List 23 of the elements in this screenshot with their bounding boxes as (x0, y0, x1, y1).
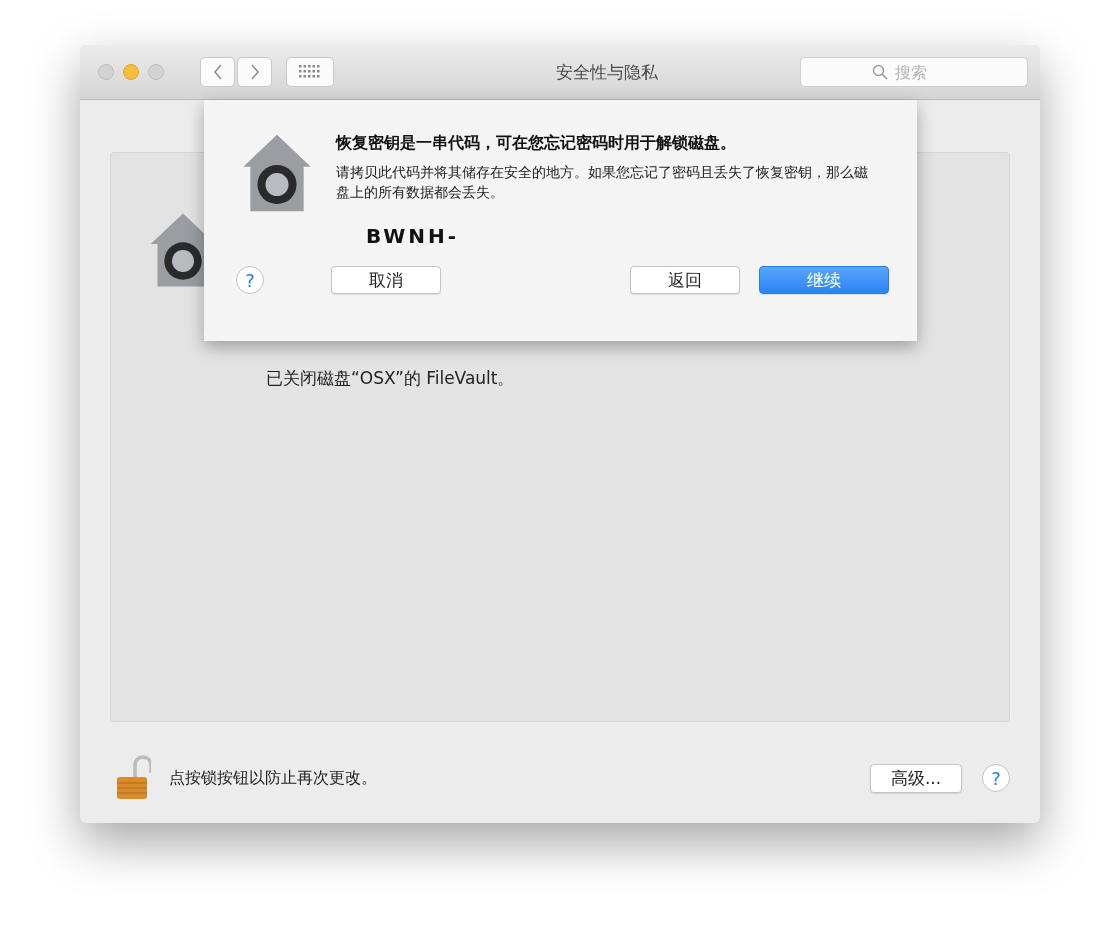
dialog-button[interactable]: 返回 (630, 266, 740, 294)
zoom-button[interactable] (148, 64, 164, 80)
minimize-button[interactable] (123, 64, 139, 80)
help-button[interactable]: ? (982, 764, 1010, 792)
chevron-right-icon (249, 64, 260, 80)
padlock-icon[interactable] (115, 755, 151, 801)
advanced-button[interactable]: 高级... (870, 763, 962, 793)
dialog-button[interactable]: 取消 (331, 266, 441, 294)
sheet-message: 请拷贝此代码并将其储存在安全的地方。如果您忘记了密码且丢失了恢复密钥，那么磁盘上的所有数据都会丢失。 (336, 163, 869, 202)
sheet-heading: 恢复密钥是一串代码，可在您忘记密码时用于解锁磁盘。 (336, 133, 737, 154)
forward-button[interactable] (237, 57, 272, 87)
window-title: 安全性与隐私 (555, 60, 659, 84)
help-button[interactable]: ? (236, 266, 264, 294)
grid-icon (299, 65, 321, 79)
search-icon (872, 64, 888, 80)
recovery-key-text: BWNH- (366, 224, 460, 248)
show-all-button[interactable] (286, 57, 334, 87)
search-field[interactable]: 搜索 (800, 57, 1028, 87)
status-text: 已关闭磁盘“OSX”的 FileVault。 (266, 367, 515, 390)
chevron-left-icon (212, 64, 223, 80)
lock-hint-text: 点按锁按钮以防止再次更改。 (169, 767, 378, 789)
close-button[interactable] (98, 64, 114, 80)
back-button[interactable] (200, 57, 235, 87)
